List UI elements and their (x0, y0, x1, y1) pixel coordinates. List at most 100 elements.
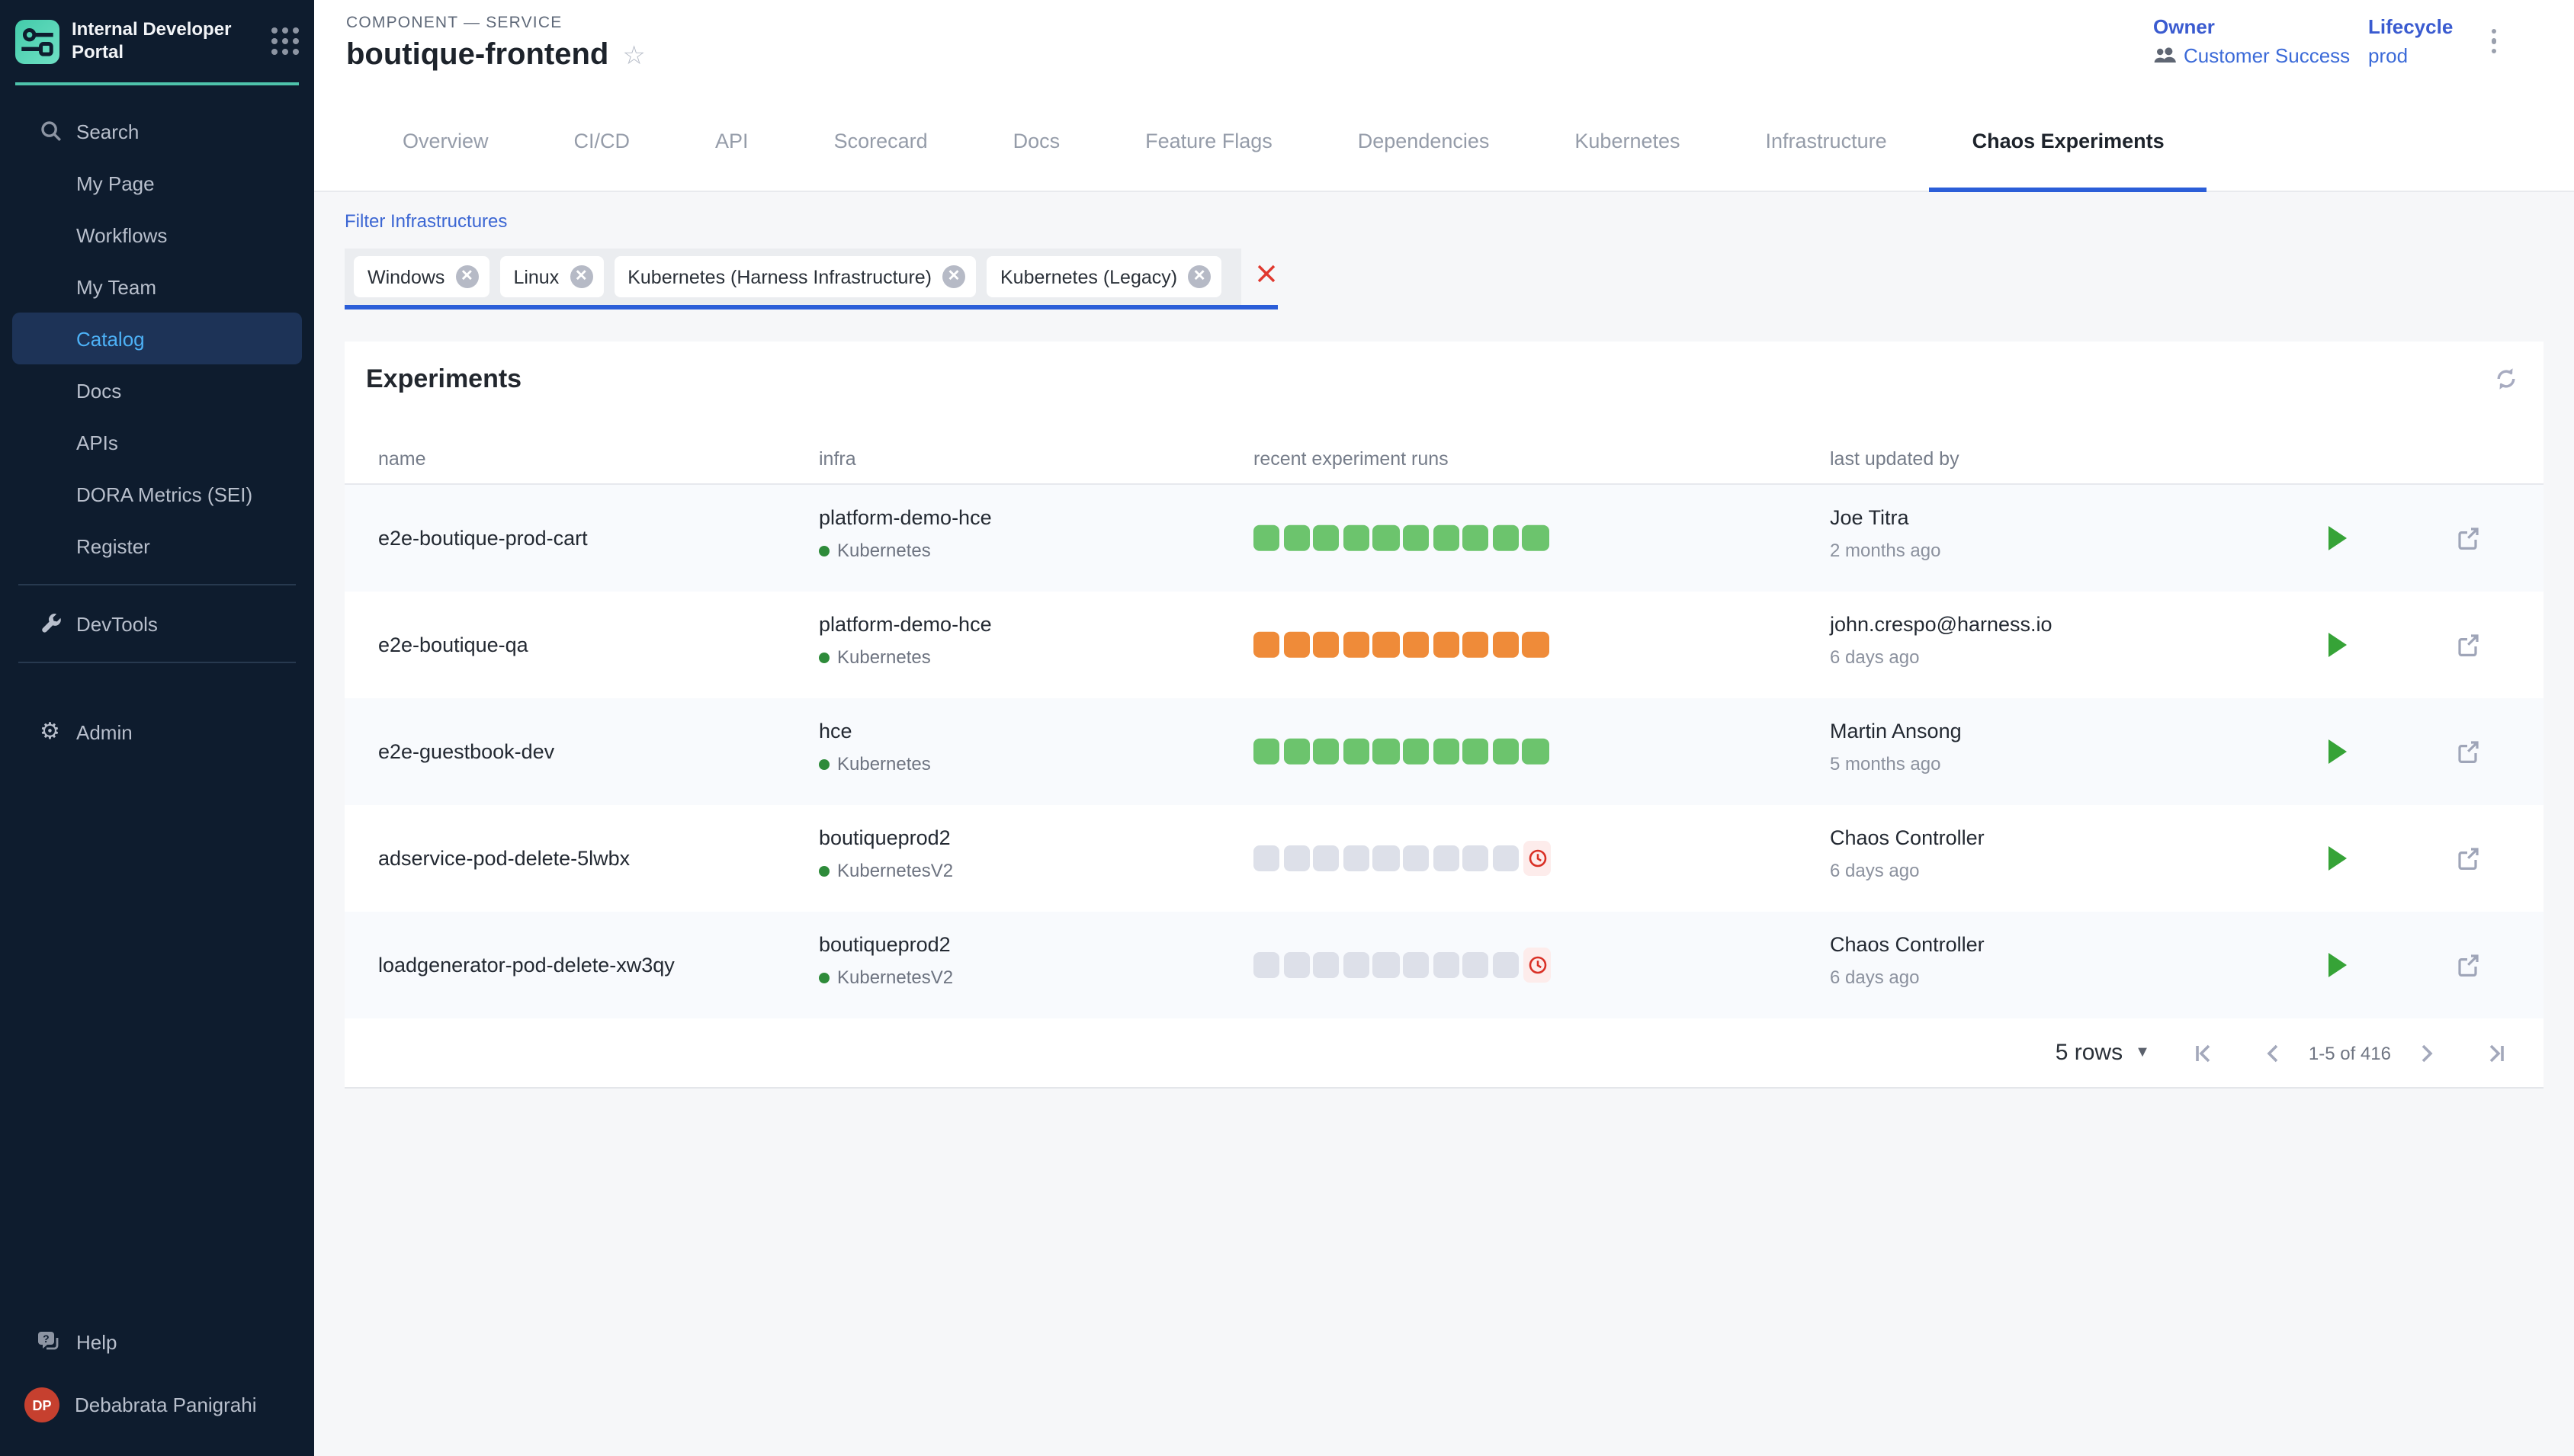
run-square[interactable] (1313, 845, 1340, 872)
tab-infrastructure[interactable]: Infrastructure (1723, 91, 1930, 191)
chip-remove-icon[interactable]: ✕ (570, 265, 592, 288)
run-square[interactable] (1493, 525, 1520, 552)
run-square[interactable] (1433, 739, 1459, 765)
sidebar-item-admin[interactable]: ⚙Admin (0, 706, 314, 758)
run-square[interactable] (1343, 952, 1370, 979)
sidebar-item-workflows[interactable]: Workflows (0, 209, 314, 261)
tab-docs[interactable]: Docs (971, 91, 1103, 191)
run-square[interactable] (1433, 525, 1459, 552)
run-square[interactable] (1343, 525, 1370, 552)
chip-remove-icon[interactable]: ✕ (1188, 265, 1211, 288)
filter-chips-input[interactable]: Windows✕Linux✕Kubernetes (Harness Infras… (345, 249, 1241, 305)
user-menu[interactable]: DP Debabrata Panigrahi (0, 1366, 314, 1438)
tab-chaos-experiments[interactable]: Chaos Experiments (1930, 91, 2207, 191)
run-square[interactable] (1313, 952, 1340, 979)
run-square[interactable] (1283, 845, 1310, 872)
run-square[interactable] (1462, 739, 1489, 765)
run-experiment-button[interactable] (2327, 846, 2348, 871)
run-square[interactable] (1433, 845, 1459, 872)
run-square[interactable] (1373, 845, 1400, 872)
run-square[interactable] (1523, 525, 1549, 552)
run-square[interactable] (1523, 632, 1549, 659)
run-square[interactable] (1373, 952, 1400, 979)
prev-page-button[interactable] (2260, 1039, 2287, 1066)
first-page-button[interactable] (2190, 1039, 2217, 1066)
sidebar-item-docs[interactable]: Docs (0, 364, 314, 416)
tab-dependencies[interactable]: Dependencies (1315, 91, 1533, 191)
sidebar-item-register[interactable]: Register (0, 520, 314, 572)
run-square[interactable] (1283, 952, 1310, 979)
owner-value[interactable]: Customer Success (2153, 44, 2350, 67)
run-square[interactable] (1403, 952, 1430, 979)
run-square[interactable] (1283, 739, 1310, 765)
table-row[interactable]: e2e-boutique-prod-cartplatform-demo-hceK… (345, 485, 2544, 592)
run-square[interactable] (1493, 952, 1520, 979)
run-square[interactable] (1462, 632, 1489, 659)
rows-per-page-select[interactable]: 5 rows ▼ (2056, 1040, 2150, 1066)
run-square[interactable] (1403, 632, 1430, 659)
table-row[interactable]: adservice-pod-delete-5lwbxboutiqueprod2K… (345, 805, 2544, 912)
filter-infrastructures-link[interactable]: Filter Infrastructures (345, 210, 507, 232)
chip-remove-icon[interactable]: ✕ (942, 265, 965, 288)
table-row[interactable]: loadgenerator-pod-delete-xw3qyboutiquepr… (345, 912, 2544, 1018)
run-square[interactable] (1433, 952, 1459, 979)
kebab-menu-icon[interactable] (2487, 24, 2502, 58)
tab-ci-cd[interactable]: CI/CD (531, 91, 673, 191)
run-square[interactable] (1253, 739, 1280, 765)
run-square[interactable] (1253, 845, 1280, 872)
run-experiment-button[interactable] (2327, 739, 2348, 764)
open-in-new-icon[interactable] (2455, 739, 2481, 765)
run-square[interactable] (1343, 739, 1370, 765)
tab-kubernetes[interactable]: Kubernetes (1532, 91, 1722, 191)
run-square[interactable] (1283, 525, 1310, 552)
run-square[interactable] (1313, 739, 1340, 765)
open-in-new-icon[interactable] (2455, 632, 2481, 658)
tab-scorecard[interactable]: Scorecard (791, 91, 971, 191)
run-square[interactable] (1313, 632, 1340, 659)
clear-filters-icon[interactable] (1255, 262, 1278, 285)
sidebar-item-my-team[interactable]: My Team (0, 261, 314, 313)
refresh-icon[interactable] (2492, 364, 2521, 393)
table-row[interactable]: e2e-guestbook-devhceKubernetesMartin Ans… (345, 698, 2544, 805)
sidebar-item-help[interactable]: ? Help (0, 1317, 314, 1366)
tab-overview[interactable]: Overview (360, 91, 531, 191)
sidebar-item-catalog[interactable]: Catalog (12, 313, 302, 364)
next-page-button[interactable] (2412, 1039, 2440, 1066)
run-square[interactable] (1433, 632, 1459, 659)
run-square[interactable] (1493, 845, 1520, 872)
run-square[interactable] (1313, 525, 1340, 552)
chip-remove-icon[interactable]: ✕ (455, 265, 478, 288)
run-square[interactable] (1373, 739, 1400, 765)
run-square[interactable] (1373, 632, 1400, 659)
run-square[interactable] (1493, 632, 1520, 659)
run-experiment-button[interactable] (2327, 953, 2348, 977)
sidebar-item-dora-metrics-sei-[interactable]: DORA Metrics (SEI) (0, 468, 314, 520)
last-page-button[interactable] (2483, 1039, 2510, 1066)
run-square[interactable] (1403, 525, 1430, 552)
sidebar-item-apis[interactable]: APIs (0, 416, 314, 468)
run-square[interactable] (1462, 525, 1489, 552)
open-in-new-icon[interactable] (2455, 525, 2481, 551)
app-grid-icon[interactable] (271, 27, 299, 55)
run-square[interactable] (1253, 952, 1280, 979)
table-row[interactable]: e2e-boutique-qaplatform-demo-hceKubernet… (345, 592, 2544, 698)
run-square[interactable] (1343, 845, 1370, 872)
run-square[interactable] (1253, 632, 1280, 659)
run-square[interactable] (1523, 739, 1549, 765)
run-square[interactable] (1403, 845, 1430, 872)
favorite-star-icon[interactable]: ☆ (622, 43, 646, 69)
run-square[interactable] (1283, 632, 1310, 659)
sidebar-item-search[interactable]: Search (0, 105, 314, 157)
run-square[interactable] (1373, 525, 1400, 552)
run-square[interactable] (1462, 845, 1489, 872)
sidebar-item-devtools[interactable]: DevTools (0, 598, 314, 649)
run-experiment-button[interactable] (2327, 526, 2348, 550)
sidebar-item-my-page[interactable]: My Page (0, 157, 314, 209)
run-square[interactable] (1493, 739, 1520, 765)
run-square[interactable] (1403, 739, 1430, 765)
open-in-new-icon[interactable] (2455, 845, 2481, 871)
tab-api[interactable]: API (672, 91, 791, 191)
open-in-new-icon[interactable] (2455, 952, 2481, 978)
run-experiment-button[interactable] (2327, 633, 2348, 657)
run-square[interactable] (1462, 952, 1489, 979)
